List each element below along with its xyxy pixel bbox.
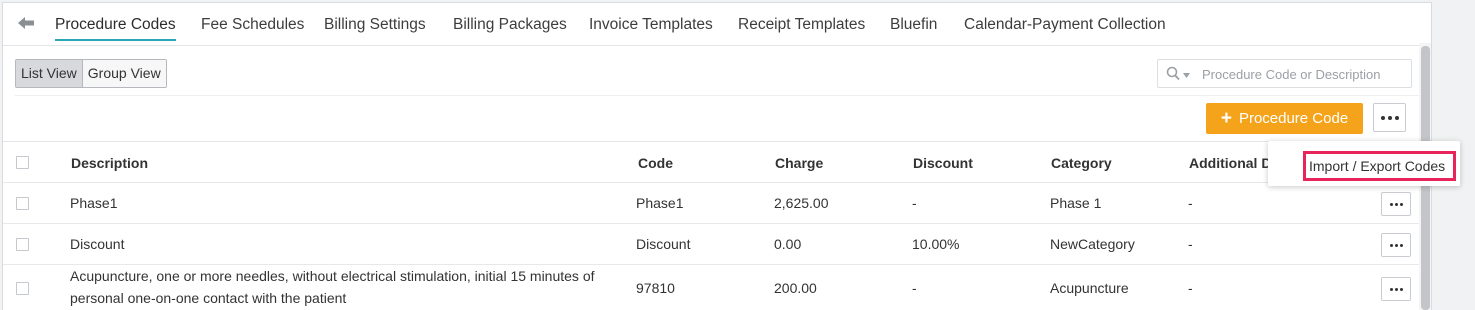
ellipsis-icon — [1389, 243, 1393, 247]
tab-receipt-templates[interactable]: Receipt Templates — [738, 16, 865, 39]
row-actions-button[interactable] — [1381, 192, 1411, 216]
row-category: Acupuncture — [1050, 280, 1129, 296]
row-description: Acupuncture, one or more needles, withou… — [70, 268, 595, 306]
select-all-checkbox[interactable] — [16, 156, 29, 169]
procedure-codes-panel: Procedure Codes Fee Schedules Billing Se… — [2, 2, 1432, 310]
add-procedure-code-label: Procedure Code — [1238, 110, 1349, 127]
search-input[interactable] — [1200, 64, 1405, 84]
column-header-code[interactable]: Code — [638, 155, 673, 171]
row-discount: 10.00% — [912, 236, 960, 252]
row-discount: - — [912, 280, 917, 296]
row-category: Phase 1 — [1050, 195, 1102, 211]
more-actions-button[interactable] — [1373, 103, 1406, 132]
row-checkbox[interactable] — [16, 197, 29, 210]
search-box — [1157, 59, 1412, 88]
row-code: Phase1 — [636, 195, 684, 211]
row-description: Phase1 — [70, 195, 118, 211]
column-header-discount[interactable]: Discount — [913, 155, 973, 171]
row-actions-button[interactable] — [1381, 233, 1411, 257]
table-row[interactable]: Acupuncture, one or more needles, withou… — [3, 265, 1431, 310]
tab-invoice-templates[interactable]: Invoice Templates — [589, 16, 713, 39]
row-additional: - — [1188, 195, 1193, 211]
tab-procedure-codes[interactable]: Procedure Codes — [55, 16, 176, 41]
row-actions-button[interactable] — [1381, 277, 1411, 301]
column-header-charge[interactable]: Charge — [775, 155, 823, 171]
group-view-button[interactable]: Group View — [82, 60, 166, 87]
row-checkbox[interactable] — [16, 282, 29, 295]
table-row[interactable]: Phase1 Phase1 2,625.00 - Phase 1 - — [3, 183, 1431, 224]
column-header-additional[interactable]: Additional D — [1189, 155, 1271, 171]
tab-calendar-payment-collection[interactable]: Calendar-Payment Collection — [964, 16, 1166, 39]
table-header: Description Code Charge Discount Categor… — [3, 142, 1431, 183]
row-additional: - — [1188, 280, 1193, 296]
chevron-down-icon[interactable] — [1183, 73, 1190, 78]
tab-bar: Procedure Codes Fee Schedules Billing Se… — [3, 3, 1431, 46]
ellipsis-icon — [1389, 287, 1393, 291]
row-code: 97810 — [636, 280, 675, 296]
table-row[interactable]: Discount Discount 0.00 10.00% NewCategor… — [3, 224, 1431, 265]
row-charge: 0.00 — [774, 236, 802, 252]
import-export-codes-menu-item[interactable]: Import / Export Codes — [1303, 151, 1456, 181]
search-icon[interactable] — [1166, 66, 1180, 81]
row-charge: 200.00 — [774, 280, 817, 296]
more-actions-dropdown: Import / Export Codes — [1268, 141, 1460, 186]
row-checkbox[interactable] — [16, 238, 29, 251]
list-view-button[interactable]: List View — [16, 60, 83, 87]
row-description: Discount — [70, 236, 125, 252]
back-arrow-icon[interactable] — [17, 15, 35, 31]
column-header-category[interactable]: Category — [1051, 155, 1112, 171]
plus-icon: + — [1220, 108, 1232, 129]
view-toggle: List View Group View — [15, 59, 167, 88]
tab-billing-packages[interactable]: Billing Packages — [453, 16, 567, 39]
row-discount: - — [912, 195, 917, 211]
column-header-description[interactable]: Description — [71, 155, 148, 171]
row-category: NewCategory — [1050, 236, 1135, 252]
add-procedure-code-button[interactable]: + Procedure Code — [1206, 103, 1363, 134]
toolbar-divider — [15, 95, 1431, 96]
tab-fee-schedules[interactable]: Fee Schedules — [201, 16, 304, 39]
row-code: Discount — [636, 236, 691, 252]
row-charge: 2,625.00 — [774, 195, 829, 211]
row-additional: - — [1188, 236, 1193, 252]
ellipsis-icon — [1389, 202, 1393, 206]
tab-bluefin[interactable]: Bluefin — [890, 16, 937, 39]
ellipsis-icon — [1380, 115, 1385, 120]
tab-billing-settings[interactable]: Billing Settings — [324, 16, 426, 39]
